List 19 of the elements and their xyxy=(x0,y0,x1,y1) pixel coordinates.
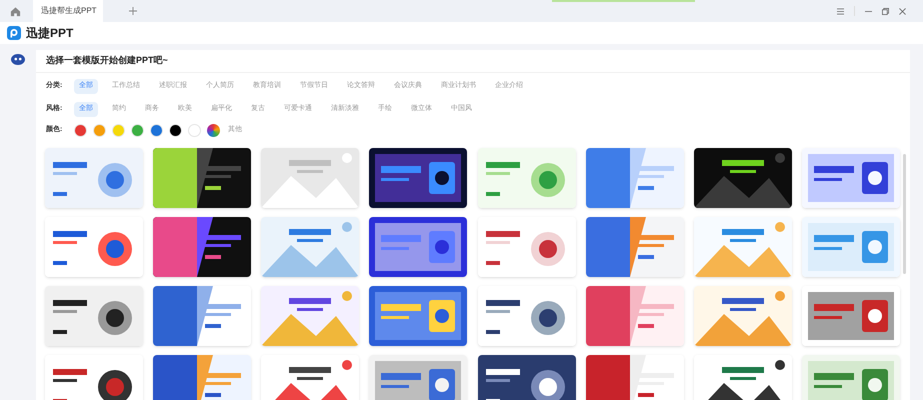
browser-tab[interactable]: 迅捷帮生成PPT xyxy=(33,0,103,22)
app-logo-text: 迅捷PPT xyxy=(26,25,74,42)
restore-icon[interactable] xyxy=(882,8,889,14)
multicolor-swatch[interactable] xyxy=(207,124,220,137)
robot-icon xyxy=(11,54,25,65)
scrollbar[interactable] xyxy=(903,154,906,274)
home-icon[interactable] xyxy=(10,6,21,16)
color-swatch[interactable] xyxy=(169,124,182,137)
color-swatch[interactable] xyxy=(188,124,201,137)
color-swatch[interactable] xyxy=(150,124,163,137)
color-swatch[interactable] xyxy=(93,124,106,137)
menu-icon[interactable] xyxy=(837,8,844,14)
color-swatch[interactable] xyxy=(131,124,144,137)
plus-icon[interactable] xyxy=(129,7,137,15)
panel-title: 选择一套模版开始创建PPT吧~ xyxy=(46,54,168,68)
color-swatch[interactable] xyxy=(74,124,87,137)
color-swatch[interactable] xyxy=(112,124,125,137)
close-icon[interactable] xyxy=(899,8,906,14)
logo-icon xyxy=(7,26,21,40)
